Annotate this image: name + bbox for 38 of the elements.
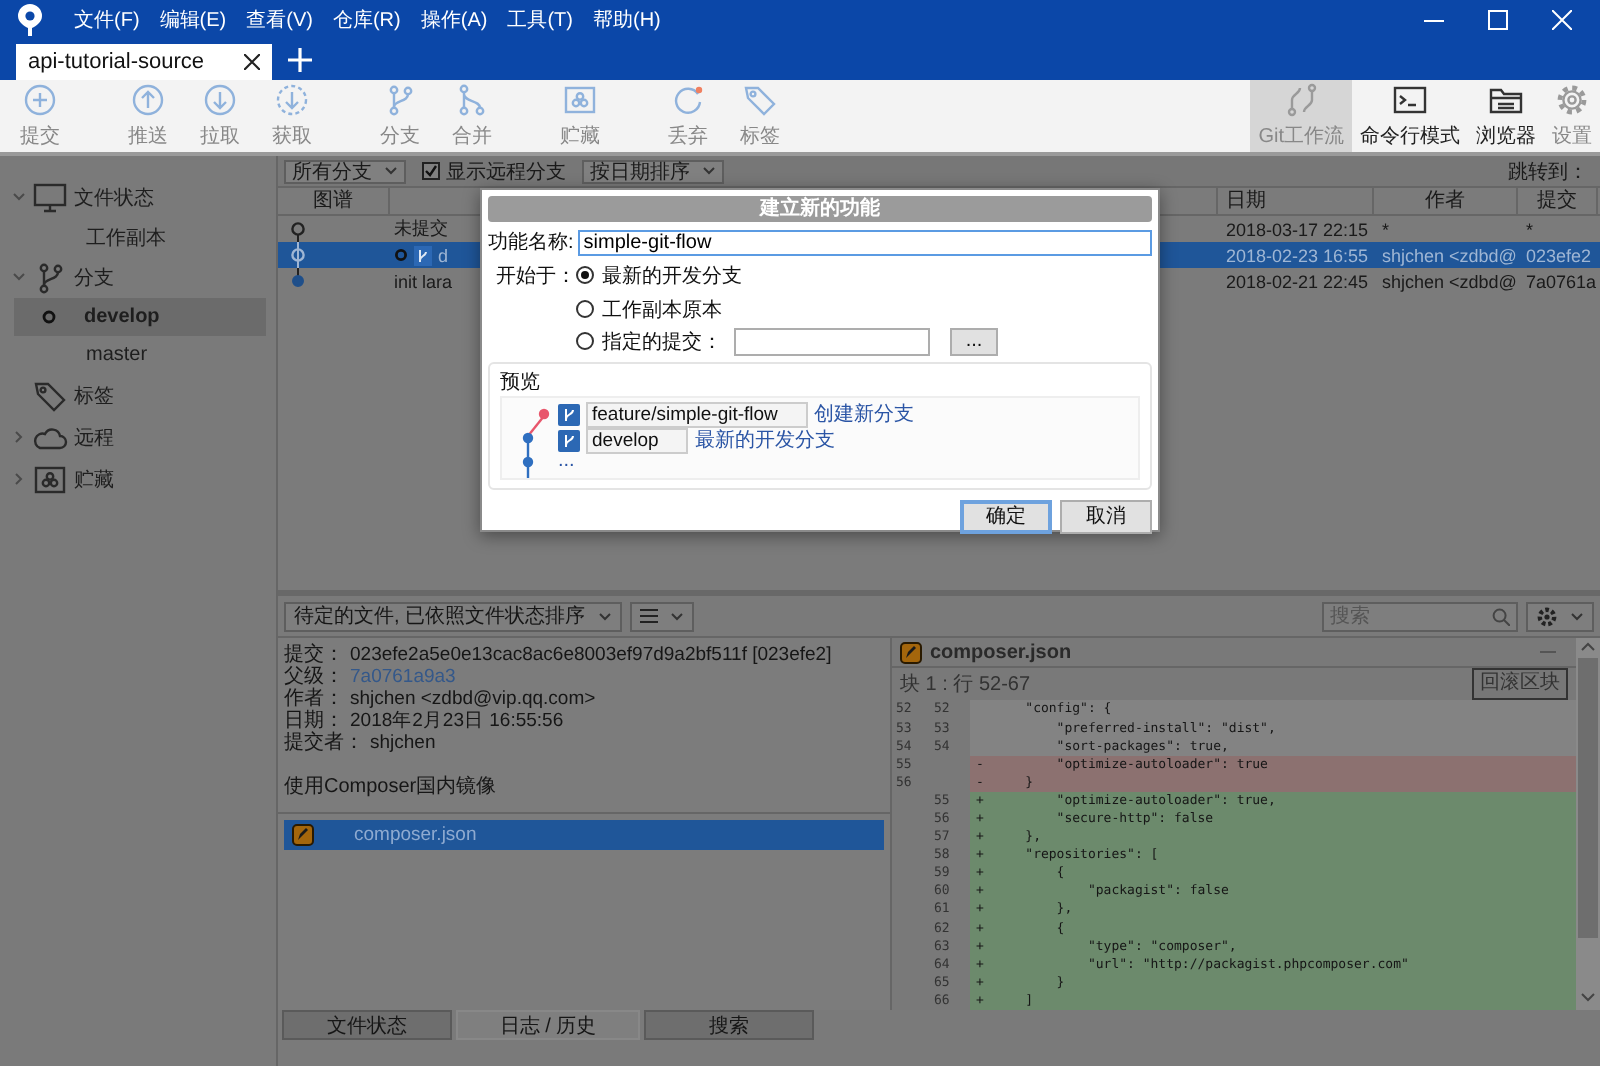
branch-label: d bbox=[438, 245, 449, 265]
branch-note: 最新的开发分支 bbox=[694, 427, 835, 454]
field-value: 023efe2a5e0e13cac8ac6e8003ef97d9a2bf511f [023efe2] bbox=[350, 644, 832, 666]
branch-label: develop bbox=[586, 427, 689, 453]
field-label: 作者： bbox=[284, 688, 344, 710]
commit-message: 未提交 bbox=[394, 216, 448, 242]
radio-label: 指定的提交： bbox=[602, 329, 722, 355]
radio-label: 最新的开发分支 bbox=[602, 263, 742, 289]
field-label: 提交： bbox=[284, 644, 344, 666]
commit-message: 使用Composer国内镜像 bbox=[284, 776, 499, 798]
field-label: 提交者： bbox=[284, 732, 364, 754]
hash-cell-text: 7a0761a bbox=[1524, 271, 1598, 291]
jump-label: 跳转到： bbox=[1508, 159, 1588, 185]
field-label: 开始于： bbox=[494, 264, 576, 290]
field-label: 日期： bbox=[284, 710, 344, 732]
date-cell-text: 2018-02-23 16:55 bbox=[1224, 245, 1371, 265]
field-label: 功能名称: bbox=[488, 229, 574, 256]
branch-note: 创建新分支 bbox=[813, 401, 914, 428]
branch-label: feature/simple-git-flow bbox=[586, 401, 808, 427]
field-value: 2018年2月23日 16:55:56 bbox=[350, 710, 564, 732]
author-cell-text: shjchen <zdbd@ bbox=[1380, 271, 1518, 291]
more-indicator: ... bbox=[558, 454, 577, 474]
dialog-title: 建立新的功能 bbox=[488, 196, 1152, 222]
date-cell-text: 2018-03-17 22:15 bbox=[1224, 219, 1371, 239]
checkbox-label: 显示远程分支 bbox=[446, 159, 566, 185]
radio-label: 工作副本原本 bbox=[602, 297, 722, 323]
hunk-header: 块 1 : 行 52-67 bbox=[900, 671, 1031, 699]
commit-message: init lara bbox=[394, 271, 453, 291]
field-value: shjchen bbox=[370, 732, 436, 754]
date-cell-text: 2018-02-21 22:45 bbox=[1224, 271, 1371, 291]
field-value: shjchen <zdbd@vip.qq.com> bbox=[350, 688, 596, 710]
file-name: composer.json bbox=[930, 641, 1072, 664]
hash-cell-text: * bbox=[1524, 219, 1536, 239]
group-label: 预览 bbox=[500, 372, 540, 394]
hash-cell-text: 023efe2 bbox=[1524, 245, 1594, 265]
author-cell-text: shjchen <zdbd@ bbox=[1380, 245, 1518, 265]
field-label: 父级： bbox=[284, 666, 344, 688]
author-cell-text: * bbox=[1380, 219, 1392, 239]
